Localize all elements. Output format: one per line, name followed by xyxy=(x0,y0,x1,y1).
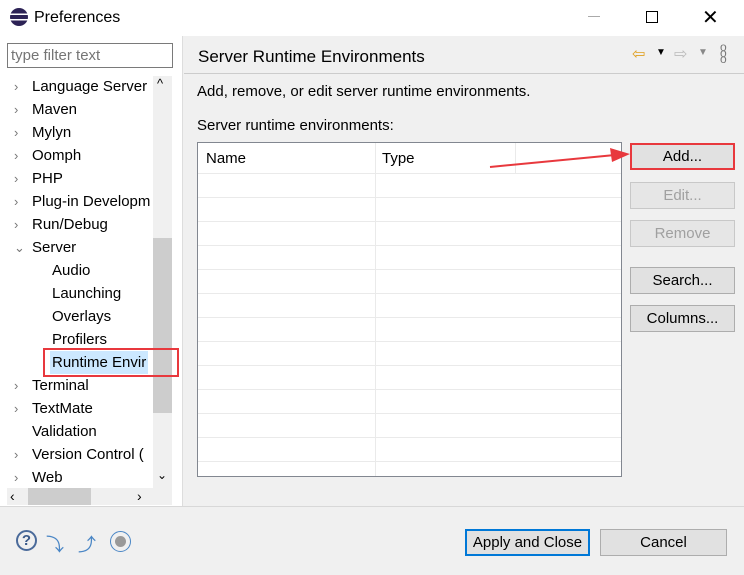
chevron-right-icon[interactable]: › xyxy=(14,374,18,397)
tree-item[interactable]: ⌄ Server xyxy=(0,236,152,259)
tree-item-label: Mylyn xyxy=(32,124,72,141)
table-row-line xyxy=(198,221,621,222)
table-row-line xyxy=(198,365,621,366)
tree-item-label: Launching xyxy=(52,285,122,302)
record-icon[interactable] xyxy=(110,531,131,552)
page-title: Server Runtime Environments xyxy=(198,47,425,66)
export-icon[interactable]: ⤴ xyxy=(78,531,100,555)
table-row-line xyxy=(198,293,621,294)
scroll-left-icon[interactable]: ‹ xyxy=(10,488,15,504)
back-menu-icon[interactable]: ▼ xyxy=(656,47,666,58)
tree-item[interactable]: › Version Control ( xyxy=(0,443,152,466)
h-scrollbar-thumb[interactable] xyxy=(28,488,91,505)
forward-menu-icon[interactable]: ▼ xyxy=(698,47,708,58)
chevron-right-icon[interactable]: › xyxy=(14,397,18,420)
tree-item-label: Language Server xyxy=(32,78,148,95)
preference-tree-panel: › Language Server › Maven › Mylyn › Oomph › PHP › P… xyxy=(0,36,183,506)
chevron-right-icon[interactable]: › xyxy=(14,466,18,489)
tree-item[interactable]: › Terminal xyxy=(0,374,152,397)
apply-and-close-button[interactable]: Apply and Close xyxy=(465,529,590,556)
tree-item[interactable]: › Mylyn xyxy=(0,121,152,144)
tree-item-label: Version Control ( xyxy=(32,446,144,463)
annotation-arrow xyxy=(489,148,630,168)
tree-item[interactable]: Overlays xyxy=(0,305,152,328)
import-icon[interactable]: ⤵ xyxy=(46,531,68,555)
help-icon[interactable]: ? xyxy=(16,530,37,551)
table-row-line xyxy=(198,341,621,342)
tree-item[interactable]: › Oomph xyxy=(0,144,152,167)
table-row-line xyxy=(198,269,621,270)
tree-item[interactable]: › Run/Debug xyxy=(0,213,152,236)
tree-item[interactable]: Launching xyxy=(0,282,152,305)
selection-highlight-box xyxy=(43,348,179,377)
chevron-down-icon[interactable]: ⌄ xyxy=(14,236,25,259)
maximize-button[interactable] xyxy=(646,11,658,23)
columns-button[interactable]: Columns... xyxy=(630,305,735,332)
table-row-line xyxy=(198,437,621,438)
chevron-right-icon[interactable]: › xyxy=(14,213,18,236)
edit-button[interactable]: Edit... xyxy=(630,182,735,209)
table-row-line xyxy=(198,245,621,246)
vertical-scrollbar[interactable]: ^ ⌄ xyxy=(153,76,172,488)
table-row-line xyxy=(198,413,621,414)
tree-item-label: Oomph xyxy=(32,147,82,164)
tree-item[interactable]: › Plug-in Developm xyxy=(0,190,152,213)
tree-item[interactable]: › Web xyxy=(0,466,152,489)
window-title: Preferences xyxy=(34,9,121,26)
scroll-up-icon[interactable]: ^ xyxy=(157,76,163,91)
tree-item-label: Maven xyxy=(32,101,78,118)
table-row-line xyxy=(198,197,621,198)
search-button[interactable]: Search... xyxy=(630,267,735,294)
chevron-right-icon[interactable]: › xyxy=(14,167,18,190)
tree-item-label: Overlays xyxy=(52,308,112,325)
runtime-table[interactable]: Name Type xyxy=(197,142,622,477)
cancel-button[interactable]: Cancel xyxy=(600,529,727,556)
tree-item[interactable]: › Language Server xyxy=(0,75,152,98)
tree-item-label: Terminal xyxy=(32,377,89,394)
more-menu-icon[interactable]: ooo xyxy=(720,41,727,65)
table-row-line xyxy=(198,317,621,318)
add-button[interactable]: Add... xyxy=(630,143,735,170)
chevron-right-icon[interactable]: › xyxy=(14,190,18,213)
table-row-line xyxy=(198,461,621,462)
scrollbar-thumb[interactable] xyxy=(153,238,172,413)
back-arrow-icon[interactable]: ⇦ xyxy=(632,44,645,64)
list-label: Server runtime environments: xyxy=(197,117,394,134)
footer-divider xyxy=(0,506,744,507)
tree-item-label: Plug-in Developm xyxy=(32,193,151,210)
chevron-right-icon[interactable]: › xyxy=(14,144,18,167)
page-description: Add, remove, or edit server runtime envi… xyxy=(197,83,531,100)
page-header: Server Runtime Environments ⇦ ▼ ⇨ ▼ ooo xyxy=(184,36,744,74)
close-button[interactable]: ✕ xyxy=(702,5,719,30)
horizontal-scrollbar[interactable]: ‹ › xyxy=(7,488,172,505)
title-bar: Preferences ✕ xyxy=(0,0,744,36)
column-header-type[interactable]: Type xyxy=(382,150,415,167)
chevron-right-icon[interactable]: › xyxy=(14,121,18,144)
tree-item-label: Server xyxy=(32,239,77,256)
chevron-right-icon[interactable]: › xyxy=(14,443,18,466)
tree-item[interactable]: › Maven xyxy=(0,98,152,121)
forward-arrow-icon[interactable]: ⇨ xyxy=(674,44,687,64)
chevron-right-icon[interactable]: › xyxy=(14,98,18,121)
scroll-down-icon[interactable]: ⌄ xyxy=(157,468,167,482)
scroll-right-icon[interactable]: › xyxy=(137,488,142,504)
tree-item-label: Run/Debug xyxy=(32,216,108,233)
table-row-line xyxy=(198,389,621,390)
chevron-right-icon[interactable]: › xyxy=(14,75,18,98)
tree-item-label: TextMate xyxy=(32,400,93,417)
tree-item[interactable]: Audio xyxy=(0,259,152,282)
eclipse-logo-icon xyxy=(10,8,28,26)
tree-item-label: Validation xyxy=(32,423,97,440)
tree-item-label: PHP xyxy=(32,170,63,187)
filter-input[interactable] xyxy=(7,43,173,68)
minimize-button[interactable] xyxy=(588,16,600,17)
tree-item-label: Web xyxy=(32,469,63,486)
column-header-name[interactable]: Name xyxy=(206,150,246,167)
tree-item[interactable]: › TextMate xyxy=(0,397,152,420)
remove-button[interactable]: Remove xyxy=(630,220,735,247)
tree-item-label: Audio xyxy=(52,262,91,279)
tree-item[interactable]: Validation xyxy=(0,420,152,443)
tree-item[interactable]: › PHP xyxy=(0,167,152,190)
